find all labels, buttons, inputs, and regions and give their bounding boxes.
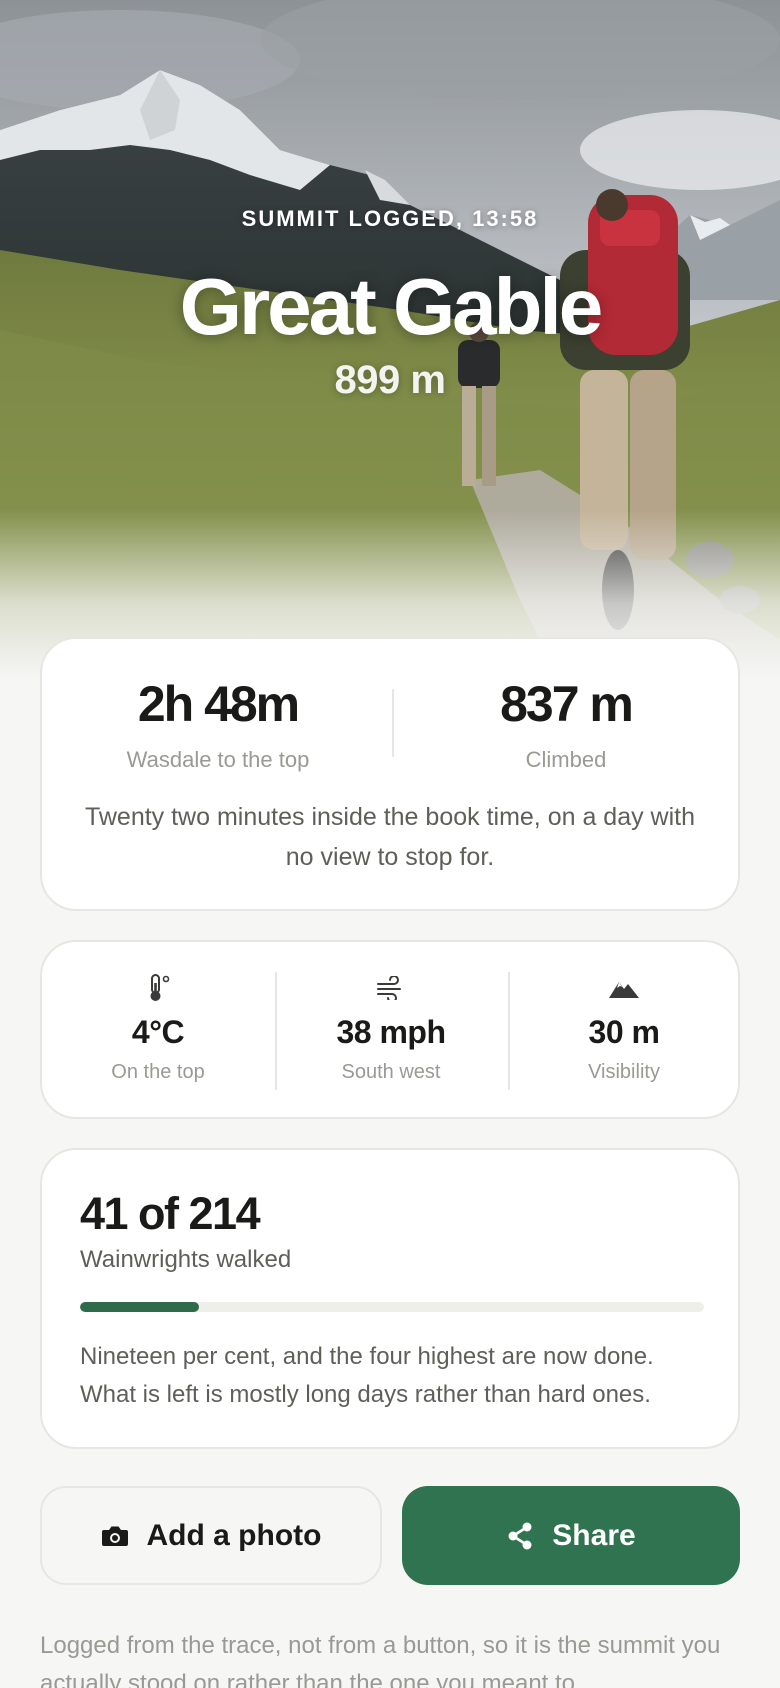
wind-icon bbox=[275, 972, 507, 1004]
share-label: Share bbox=[552, 1518, 636, 1552]
temperature-value: 4°C bbox=[131, 1014, 185, 1050]
progress-bar bbox=[80, 1302, 704, 1312]
summit-time: SUMMIT LOGGED, 13:58 bbox=[241, 206, 539, 231]
add-photo-label: Add a photo bbox=[146, 1518, 322, 1552]
add-photo-button[interactable]: Add a photo bbox=[40, 1486, 382, 1585]
climb-value: 837 m bbox=[500, 676, 634, 732]
peak-name: Great Gable bbox=[179, 262, 604, 351]
visibility-value: 30 m bbox=[588, 1014, 660, 1050]
climb-label: Climbed bbox=[525, 747, 607, 772]
weather-wind: 38 mph South west bbox=[275, 972, 507, 1084]
weather-card: 4°C On the top 38 mph South west 30 m Vi… bbox=[40, 940, 740, 1119]
hero: SUMMIT LOGGED, 13:58 Great Gable 899 m bbox=[0, 0, 780, 680]
walk-stats-card: 2h 48m Wasdale to the top 837 m Climbed … bbox=[40, 637, 740, 911]
progress-label: Wainwrights walked bbox=[80, 1246, 292, 1273]
share-button[interactable]: Share bbox=[402, 1486, 740, 1585]
weather-visibility: 30 m Visibility bbox=[508, 972, 740, 1084]
share-icon bbox=[506, 1521, 534, 1551]
wainwrights-progress-card: 41 of 214 Wainwrights walked Nineteen pe… bbox=[40, 1148, 740, 1449]
weather-temperature: 4°C On the top bbox=[42, 972, 274, 1084]
camera-icon bbox=[101, 1524, 129, 1548]
time-value: 2h 48m bbox=[137, 676, 300, 732]
thermometer-icon bbox=[42, 972, 274, 1004]
progress-count: 41 of 214 bbox=[80, 1188, 261, 1239]
wind-label: South west bbox=[341, 1061, 441, 1083]
visibility-label: Visibility bbox=[588, 1061, 660, 1083]
wind-value: 38 mph bbox=[336, 1014, 446, 1050]
progress-note: Nineteen per cent, and the four highest … bbox=[80, 1343, 654, 1408]
mountain-icon bbox=[508, 972, 740, 1004]
footer-note: Logged from the trace, not from a button… bbox=[40, 1632, 721, 1688]
stats-note: Twenty two minutes inside the book time,… bbox=[84, 803, 696, 871]
climb-stat: 837 m Climbed bbox=[410, 675, 722, 773]
peak-height: 899 m bbox=[334, 358, 446, 402]
temperature-label: On the top bbox=[111, 1061, 205, 1083]
time-stat: 2h 48m Wasdale to the top bbox=[62, 675, 374, 773]
time-label: Wasdale to the top bbox=[126, 747, 310, 772]
progress-bar-fill bbox=[80, 1302, 199, 1312]
stat-divider bbox=[392, 689, 394, 757]
